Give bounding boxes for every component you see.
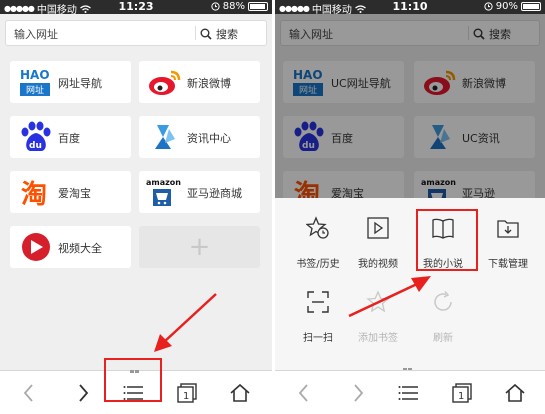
search-icon <box>200 28 212 40</box>
tile-label: 百度 <box>58 132 80 145</box>
tile-news-center[interactable]: 资讯中心 <box>139 116 260 158</box>
baidu-icon: du <box>21 121 51 151</box>
tile-weibo[interactable]: 新浪微博 <box>139 61 260 103</box>
search-button[interactable]: 搜索 <box>200 25 260 42</box>
menu-item-label: 添加书签 <box>358 333 398 344</box>
taobao-icon: 淘 <box>21 180 47 208</box>
drawer-handle <box>403 356 417 371</box>
alarm-icon <box>211 2 220 11</box>
back-icon[interactable] <box>17 381 41 405</box>
home-icon[interactable] <box>228 381 252 405</box>
back-icon[interactable] <box>292 381 316 405</box>
menu-item-my-video[interactable]: 我的视频 <box>349 216 407 276</box>
left-screen: ●●●●● 中国移动 11:23 88% 输入网址 搜索 HAO 网址 网址导航 <box>0 0 272 414</box>
forward-icon[interactable] <box>71 381 95 405</box>
tile-hao-nav[interactable]: HAO 网址 网址导航 <box>10 61 131 103</box>
status-bar: ●●●●● 中国移动 11:10 90% <box>275 0 545 16</box>
battery-icon <box>248 2 268 11</box>
menu-item-label: 下载管理 <box>488 259 528 270</box>
hao-logo-sub: 网址 <box>26 84 44 96</box>
right-screen: ●●●●● 中国移动 11:10 90% 输入网址 搜索 HAO 网址 UC网址… <box>275 0 545 414</box>
tile-video[interactable]: 视频大全 <box>10 226 131 268</box>
highlight-menu-button <box>104 358 162 402</box>
status-bar: ●●●●● 中国移动 11:23 88% <box>0 0 272 16</box>
hao-logo-text: HAO <box>20 68 50 82</box>
dim-overlay[interactable] <box>275 14 545 198</box>
arrow-annotation <box>154 293 217 352</box>
video-icon <box>22 233 50 261</box>
baidu-logo-text: du <box>29 141 42 151</box>
menu-item-label: 我的视频 <box>358 259 398 270</box>
tile-label: 视频大全 <box>58 242 102 255</box>
menu-item-bookmark-history[interactable]: 书签/历史 <box>289 216 347 276</box>
tile-label: 亚马逊商城 <box>187 187 242 200</box>
battery-icon <box>521 2 541 11</box>
search-button-label: 搜索 <box>216 27 238 41</box>
menu-item-label: 刷新 <box>433 333 453 344</box>
address-divider <box>195 26 196 40</box>
weibo-icon <box>149 70 181 95</box>
forward-icon[interactable] <box>346 381 370 405</box>
tile-label: 资讯中心 <box>187 132 231 145</box>
highlight-my-novel <box>416 209 478 271</box>
home-icon[interactable] <box>503 381 527 405</box>
tab-count: 1 <box>183 391 189 402</box>
download-icon <box>497 220 519 238</box>
address-bar[interactable]: 输入网址 搜索 <box>5 20 267 46</box>
tile-baidu[interactable]: du 百度 <box>10 116 131 158</box>
news-center-icon <box>155 125 175 149</box>
taobao-logo-text: 淘 <box>21 180 47 208</box>
tile-label: 爱淘宝 <box>58 187 91 200</box>
tile-taobao[interactable]: 淘 爱淘宝 <box>10 171 131 213</box>
hao-nav-icon: HAO 网址 <box>20 68 50 96</box>
scan-icon <box>307 291 329 313</box>
address-input[interactable]: 输入网址 <box>14 26 58 42</box>
add-tile-button[interactable]: + <box>139 226 260 268</box>
my-video-icon <box>367 217 389 239</box>
plus-icon: + <box>188 232 211 262</box>
tab-count: 1 <box>458 391 464 402</box>
tile-amazon[interactable]: amazon 亚马逊商城 <box>139 171 260 213</box>
tabs-icon[interactable]: 1 <box>175 381 199 405</box>
bookmark-history-icon <box>306 216 329 239</box>
amazon-icon: amazon <box>145 176 183 206</box>
menu-icon[interactable] <box>397 381 421 405</box>
alarm-icon <box>484 2 493 11</box>
tile-label: 新浪微博 <box>187 77 231 90</box>
tile-label: 网址导航 <box>58 77 102 90</box>
menu-item-download[interactable]: 下载管理 <box>479 216 537 276</box>
arrow-annotation <box>348 276 431 318</box>
battery-percent: 90% <box>495 1 518 12</box>
menu-item-scan[interactable]: 扫一扫 <box>289 290 347 350</box>
tabs-icon[interactable]: 1 <box>450 381 474 405</box>
amazon-logo-text: amazon <box>146 178 181 187</box>
battery-percent: 88% <box>222 1 245 12</box>
bottom-toolbar: 1 <box>275 370 545 414</box>
